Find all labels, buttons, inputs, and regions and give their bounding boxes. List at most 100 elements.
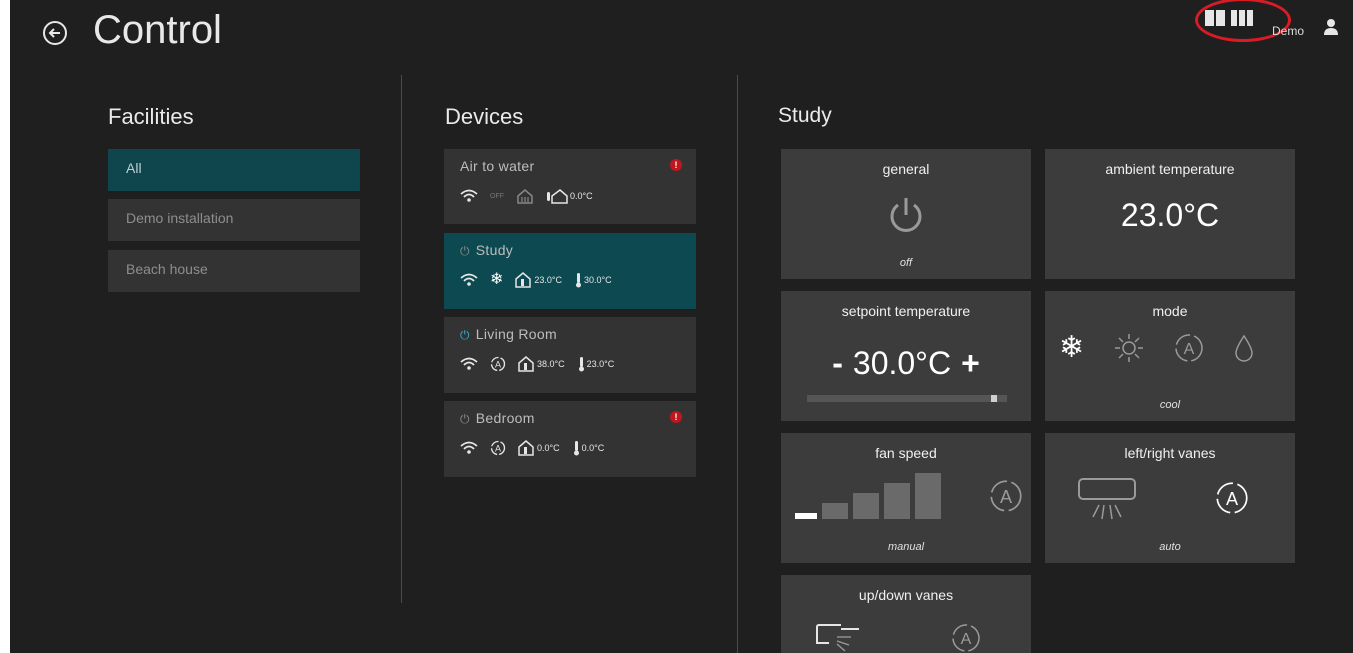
fan-speed-level-1[interactable] — [795, 513, 817, 519]
app-window: Control Demo Facilities All Demo install… — [10, 0, 1353, 653]
setpoint-slider[interactable] — [807, 395, 1007, 402]
facilities-heading: Facilities — [108, 104, 194, 129]
left-right-vanes-value: auto — [1159, 541, 1181, 553]
svg-text:A: A — [1184, 341, 1195, 358]
svg-text:A: A — [495, 444, 501, 454]
facility-item-beach-house[interactable]: Beach house — [108, 250, 360, 292]
device-card-study[interactable]: ⏻ Study ❄ 23.0°C 30.0°C — [444, 233, 696, 309]
column-divider — [401, 75, 402, 603]
fan-speed-level-2[interactable] — [822, 503, 848, 519]
tile-title: left/right vanes — [1124, 445, 1216, 461]
user-icon[interactable] — [1324, 18, 1338, 36]
svg-text:A: A — [1226, 489, 1239, 509]
tile-title: setpoint temperature — [841, 303, 971, 319]
setpoint-value: 30.0°C — [852, 345, 952, 381]
mode-heat-sun-icon[interactable] — [1114, 333, 1144, 363]
ambient-house-icon — [515, 272, 532, 288]
fan-speed-value: manual — [887, 541, 925, 553]
wifi-icon — [460, 441, 478, 454]
power-icon: ⏻ — [460, 412, 470, 426]
air-conditioner-vane-icon — [1078, 478, 1136, 520]
vane-position-button[interactable] — [1077, 477, 1139, 523]
facility-item-demo-installation[interactable]: Demo installation — [108, 199, 360, 241]
auto-icon: A — [952, 624, 980, 652]
facility-item-all[interactable]: All — [108, 149, 360, 191]
tile-title: fan speed — [875, 445, 937, 461]
fan-speed-level-5[interactable] — [915, 473, 941, 519]
setpoint-temperature: 23.0°C — [586, 359, 615, 369]
ambient-temperature: 23.0°C — [534, 275, 563, 285]
thermometer-icon — [578, 357, 584, 372]
wifi-icon — [460, 357, 478, 370]
decrease-button[interactable]: - — [832, 345, 843, 382]
power-icon: ⏻ — [460, 328, 470, 342]
tile-title: up/down vanes — [858, 587, 954, 603]
page-title: Control — [93, 8, 222, 52]
fan-speed-level-3[interactable] — [853, 493, 879, 519]
fan-speed-level-4[interactable] — [884, 483, 910, 519]
off-label: OFF — [490, 192, 504, 200]
power-button[interactable] — [887, 195, 925, 235]
tile-title: ambient temperature — [1105, 161, 1235, 177]
tile-title: general — [882, 161, 930, 177]
snowflake-icon: ❄ — [490, 271, 504, 288]
tile-fan-speed: fan speed A manual — [781, 433, 1031, 563]
devices-heading: Devices — [445, 104, 524, 129]
device-name: Bedroom — [475, 410, 535, 426]
fan-auto-button[interactable]: A — [989, 479, 1023, 513]
ambient-temperature: 0.0°C — [537, 443, 560, 453]
power-state: off — [899, 257, 913, 269]
ambient-temperature-value: 23.0°C — [1120, 197, 1220, 233]
tile-mode: mode ❄ A cool — [1045, 291, 1295, 421]
svg-text:A: A — [1000, 487, 1013, 507]
device-card-air-to-water[interactable]: Air to water ! OFF 0.0°C — [444, 149, 696, 224]
auto-mode-icon: A — [490, 356, 506, 372]
auto-icon: A — [990, 480, 1022, 512]
svg-text:A: A — [495, 360, 501, 370]
wifi-icon — [460, 189, 478, 202]
user-name[interactable]: Demo — [1272, 24, 1304, 38]
ambient-temperature: 38.0°C — [537, 359, 565, 369]
increase-button[interactable]: + — [961, 345, 980, 382]
column-divider — [737, 75, 738, 653]
power-icon: ⏻ — [460, 244, 470, 258]
setpoint-temperature: 30.0°C — [584, 275, 612, 285]
slider-handle[interactable] — [991, 395, 998, 402]
tile-left-right-vanes: left/right vanes A auto — [1045, 433, 1295, 563]
mode-auto-icon[interactable]: A — [1174, 333, 1204, 363]
thermometer-icon — [573, 441, 579, 456]
alert-badge: ! — [670, 411, 682, 423]
tile-setpoint-temperature: setpoint temperature - 30.0°C + — [781, 291, 1031, 421]
mode-value: cool — [1159, 399, 1181, 411]
auto-icon: A — [1216, 482, 1248, 514]
ambient-house-icon — [518, 356, 534, 372]
auto-mode-icon: A — [490, 440, 506, 456]
power-icon — [890, 198, 922, 232]
tile-up-down-vanes: up/down vanes A — [781, 575, 1031, 653]
outdoor-temperature: 0.0°C — [570, 191, 593, 201]
fan-speed-levels — [795, 473, 941, 519]
air-conditioner-side-vane-icon — [816, 624, 859, 652]
thermometer-icon — [576, 273, 582, 288]
outdoor-temperature-icon — [547, 189, 568, 204]
vane-auto-button[interactable]: A — [951, 623, 981, 653]
back-button[interactable] — [40, 18, 70, 48]
mode-cool-snowflake-icon[interactable]: ❄ — [1059, 333, 1084, 363]
back-arrow-icon — [43, 21, 67, 45]
mode-dry-drop-icon[interactable] — [1234, 334, 1254, 362]
tile-general: general off — [781, 149, 1031, 279]
study-heading: Study — [778, 104, 832, 127]
device-name: Living Room — [475, 326, 557, 342]
slider-track — [807, 395, 1007, 402]
vane-auto-button[interactable]: A — [1215, 481, 1249, 515]
vane-position-button[interactable] — [815, 623, 875, 653]
heating-house-icon — [517, 189, 533, 204]
device-name: Air to water — [460, 158, 535, 174]
ambient-house-icon — [518, 440, 534, 456]
device-card-living-room[interactable]: ⏻ Living Room A 38.0°C 23.0°C — [444, 317, 696, 393]
svg-text:A: A — [961, 631, 972, 648]
device-name: Study — [475, 242, 514, 258]
device-card-bedroom[interactable]: ⏻ Bedroom ! A 0.0°C 0.0°C — [444, 401, 696, 477]
wifi-icon — [460, 273, 478, 286]
tile-ambient-temperature: ambient temperature 23.0°C — [1045, 149, 1295, 279]
